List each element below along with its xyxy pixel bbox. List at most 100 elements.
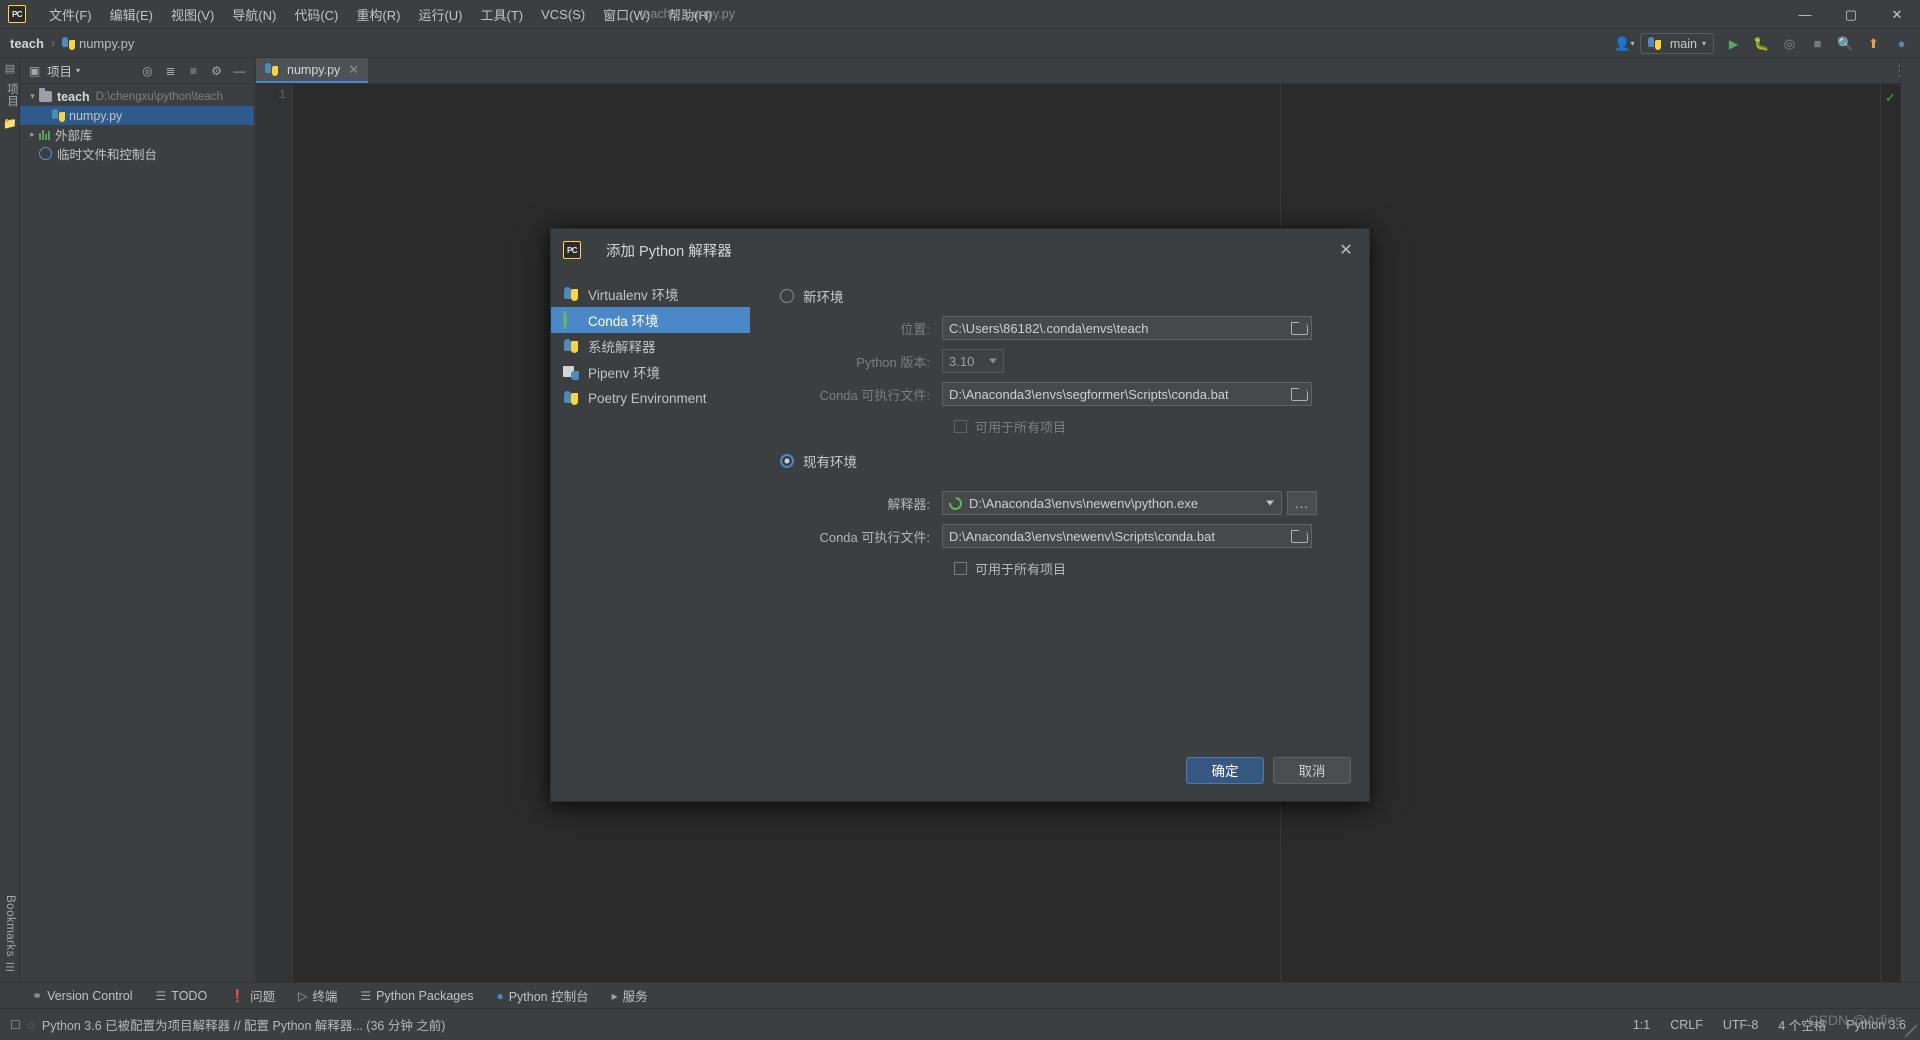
run-icon[interactable]: ▶	[1721, 32, 1746, 55]
coverage-icon[interactable]: ◎	[1777, 32, 1802, 55]
debug-icon[interactable]: 🐛	[1749, 32, 1774, 55]
menu-vcs[interactable]: VCS(S)	[532, 3, 594, 26]
browse-folder-icon[interactable]	[1291, 388, 1308, 401]
packages-icon: ☰	[360, 988, 372, 1003]
run-configuration-selector[interactable]: main ▾	[1639, 33, 1714, 54]
tool-todo[interactable]: ☰ TODO	[146, 986, 218, 1006]
structure-stripe-icon[interactable]: 📁	[0, 117, 20, 130]
tool-version-control-label: Version Control	[47, 988, 133, 1003]
python-version-select[interactable]: 3.10	[942, 349, 1004, 373]
caret-position[interactable]: 1:1	[1633, 1018, 1650, 1032]
dialog-body: Virtualenv 环境 Conda 环境 系统解释器 Pipenv 环境 P…	[551, 271, 1369, 741]
ok-button[interactable]: 确定	[1186, 756, 1264, 784]
menu-edit[interactable]: 编辑(E)	[101, 1, 162, 28]
new-conda-exe-label: Conda 可执行文件:	[819, 387, 930, 403]
location-input[interactable]: C:\Users\86182\.conda\envs\teach	[942, 316, 1312, 340]
cancel-button[interactable]: 取消	[1273, 756, 1351, 784]
env-type-system-interpreter[interactable]: 系统解释器	[551, 333, 750, 359]
python-interpreter-indicator[interactable]: Python 3.6	[1846, 1018, 1906, 1032]
maximize-icon[interactable]: ▢	[1828, 0, 1874, 29]
expand-all-icon[interactable]: ≣	[160, 60, 181, 81]
python-file-icon	[52, 109, 65, 122]
dialog-close-icon[interactable]: ✕	[1333, 237, 1359, 263]
interpreter-select[interactable]: D:\Anaconda3\envs\newenv\python.exe	[942, 491, 1282, 515]
tree-item-external-libraries[interactable]: ▸ 外部库	[20, 125, 254, 144]
breadcrumb-file[interactable]: numpy.py	[61, 36, 134, 51]
new-environment-radio[interactable]	[780, 289, 794, 303]
python-venv-icon	[563, 286, 579, 302]
list-icon: ☰	[155, 988, 167, 1003]
status-message[interactable]: Python 3.6 已被配置为项目解释器 // 配置 Python 解释器..…	[42, 1015, 446, 1034]
location-field-row: 位置: C:\Users\86182\.conda\envs\teach	[772, 313, 1369, 343]
menu-navigate[interactable]: 导航(N)	[223, 1, 285, 28]
tool-python-packages[interactable]: ☰ Python Packages	[350, 986, 483, 1006]
hide-icon[interactable]: —	[229, 60, 250, 81]
existing-conda-exe-field-row: Conda 可执行文件: D:\Anaconda3\envs\newenv\Sc…	[772, 521, 1369, 551]
existing-all-projects-row[interactable]: 可用于所有项目	[772, 554, 1369, 582]
existing-conda-exe-input[interactable]: D:\Anaconda3\envs\newenv\Scripts\conda.b…	[942, 524, 1312, 548]
existing-all-projects-checkbox[interactable]	[954, 561, 967, 575]
browse-interpreter-button[interactable]: ...	[1287, 491, 1317, 515]
menu-run[interactable]: 运行(U)	[409, 1, 471, 28]
line-separator[interactable]: CRLF	[1670, 1018, 1703, 1032]
menu-tools[interactable]: 工具(T)	[471, 1, 532, 28]
menu-view[interactable]: 视图(V)	[162, 1, 223, 28]
collapse-all-icon[interactable]: ≡	[183, 60, 204, 81]
add-python-interpreter-dialog: PC 添加 Python 解释器 ✕ Virtualenv 环境 Conda 环…	[550, 228, 1370, 802]
env-type-conda-label: Conda 环境	[588, 314, 659, 329]
file-encoding[interactable]: UTF-8	[1723, 1018, 1758, 1032]
ai-assistant-icon[interactable]: ●	[1889, 32, 1914, 55]
menu-file[interactable]: 文件(F)	[40, 1, 101, 28]
env-type-system-label: 系统解释器	[588, 340, 656, 355]
tool-terminal[interactable]: ▷ 终端	[288, 983, 347, 1008]
tree-item-teach[interactable]: ▾ teach D:\chengxu\python\teach	[20, 87, 254, 106]
locate-icon[interactable]: ◎	[137, 60, 158, 81]
new-environment-radio-row[interactable]: 新环境	[772, 283, 1369, 309]
new-conda-exe-input[interactable]: D:\Anaconda3\envs\segformer\Scripts\cond…	[942, 382, 1312, 406]
tab-close-icon[interactable]: ✕	[348, 62, 359, 78]
project-stripe-label[interactable]: 项目	[4, 83, 20, 107]
tool-version-control[interactable]: ⚭ Version Control	[22, 986, 143, 1006]
menu-code[interactable]: 代码(C)	[285, 1, 347, 28]
app-logo-icon: PC	[8, 5, 26, 23]
stop-icon[interactable]: ■	[1805, 32, 1830, 55]
collapse-chevron-icon[interactable]: ▸	[26, 129, 39, 140]
user-avatar-icon[interactable]: 👤 ▾	[1612, 32, 1637, 55]
bookmarks-stripe-icon[interactable]: ☰	[0, 961, 20, 974]
settings-gear-icon[interactable]: ⚙	[206, 60, 227, 81]
editor-tab-numpy-py[interactable]: numpy.py ✕	[256, 58, 369, 83]
minimize-icon[interactable]: —	[1782, 0, 1828, 29]
tool-problems[interactable]: ❗ 问题	[220, 983, 285, 1008]
search-icon[interactable]: 🔍	[1833, 32, 1858, 55]
python-version-field-row: Python 版本: 3.10	[772, 346, 1369, 376]
tool-python-packages-label: Python Packages	[376, 988, 474, 1003]
expand-chevron-icon[interactable]: ▾	[26, 91, 39, 102]
existing-environment-radio-row[interactable]: 现有环境	[772, 448, 1369, 474]
browse-folder-icon[interactable]	[1291, 322, 1308, 335]
updates-icon[interactable]: ⬆	[1861, 32, 1886, 55]
event-log-icon[interactable]: ☐	[10, 1018, 21, 1032]
project-stripe-icon[interactable]: ▤	[0, 62, 20, 75]
new-all-projects-checkbox[interactable]	[954, 419, 967, 433]
existing-environment-radio[interactable]	[780, 454, 794, 468]
project-panel-header: ▣ 项目 ▾ ◎ ≣ ≡ ⚙ —	[20, 58, 254, 84]
bookmarks-stripe-label[interactable]: Bookmarks	[4, 895, 16, 957]
env-type-conda[interactable]: Conda 环境	[551, 307, 750, 333]
tool-python-console[interactable]: ● Python 控制台	[486, 983, 598, 1008]
breadcrumb-project[interactable]: teach	[10, 36, 44, 51]
menu-refactor[interactable]: 重构(R)	[347, 1, 409, 28]
tree-item-scratches[interactable]: 临时文件和控制台	[20, 144, 254, 163]
inspection-widget[interactable]: ✓	[1880, 84, 1900, 1004]
chevron-down-icon[interactable]: ▾	[76, 66, 80, 75]
env-type-virtualenv[interactable]: Virtualenv 环境	[551, 281, 750, 307]
tree-item-numpy-py[interactable]: numpy.py	[20, 106, 254, 125]
pipenv-icon	[563, 364, 579, 380]
resize-grip[interactable]	[1905, 1025, 1917, 1037]
tool-services[interactable]: ▸ 服务	[602, 983, 658, 1008]
browse-folder-icon[interactable]	[1291, 530, 1308, 543]
new-all-projects-row[interactable]: 可用于所有项目	[772, 412, 1369, 440]
env-type-pipenv[interactable]: Pipenv 环境	[551, 359, 750, 385]
indent-size[interactable]: 4 个空格	[1778, 1015, 1826, 1034]
close-icon[interactable]: ✕	[1874, 0, 1920, 29]
env-type-poetry[interactable]: Poetry Environment	[551, 385, 750, 411]
